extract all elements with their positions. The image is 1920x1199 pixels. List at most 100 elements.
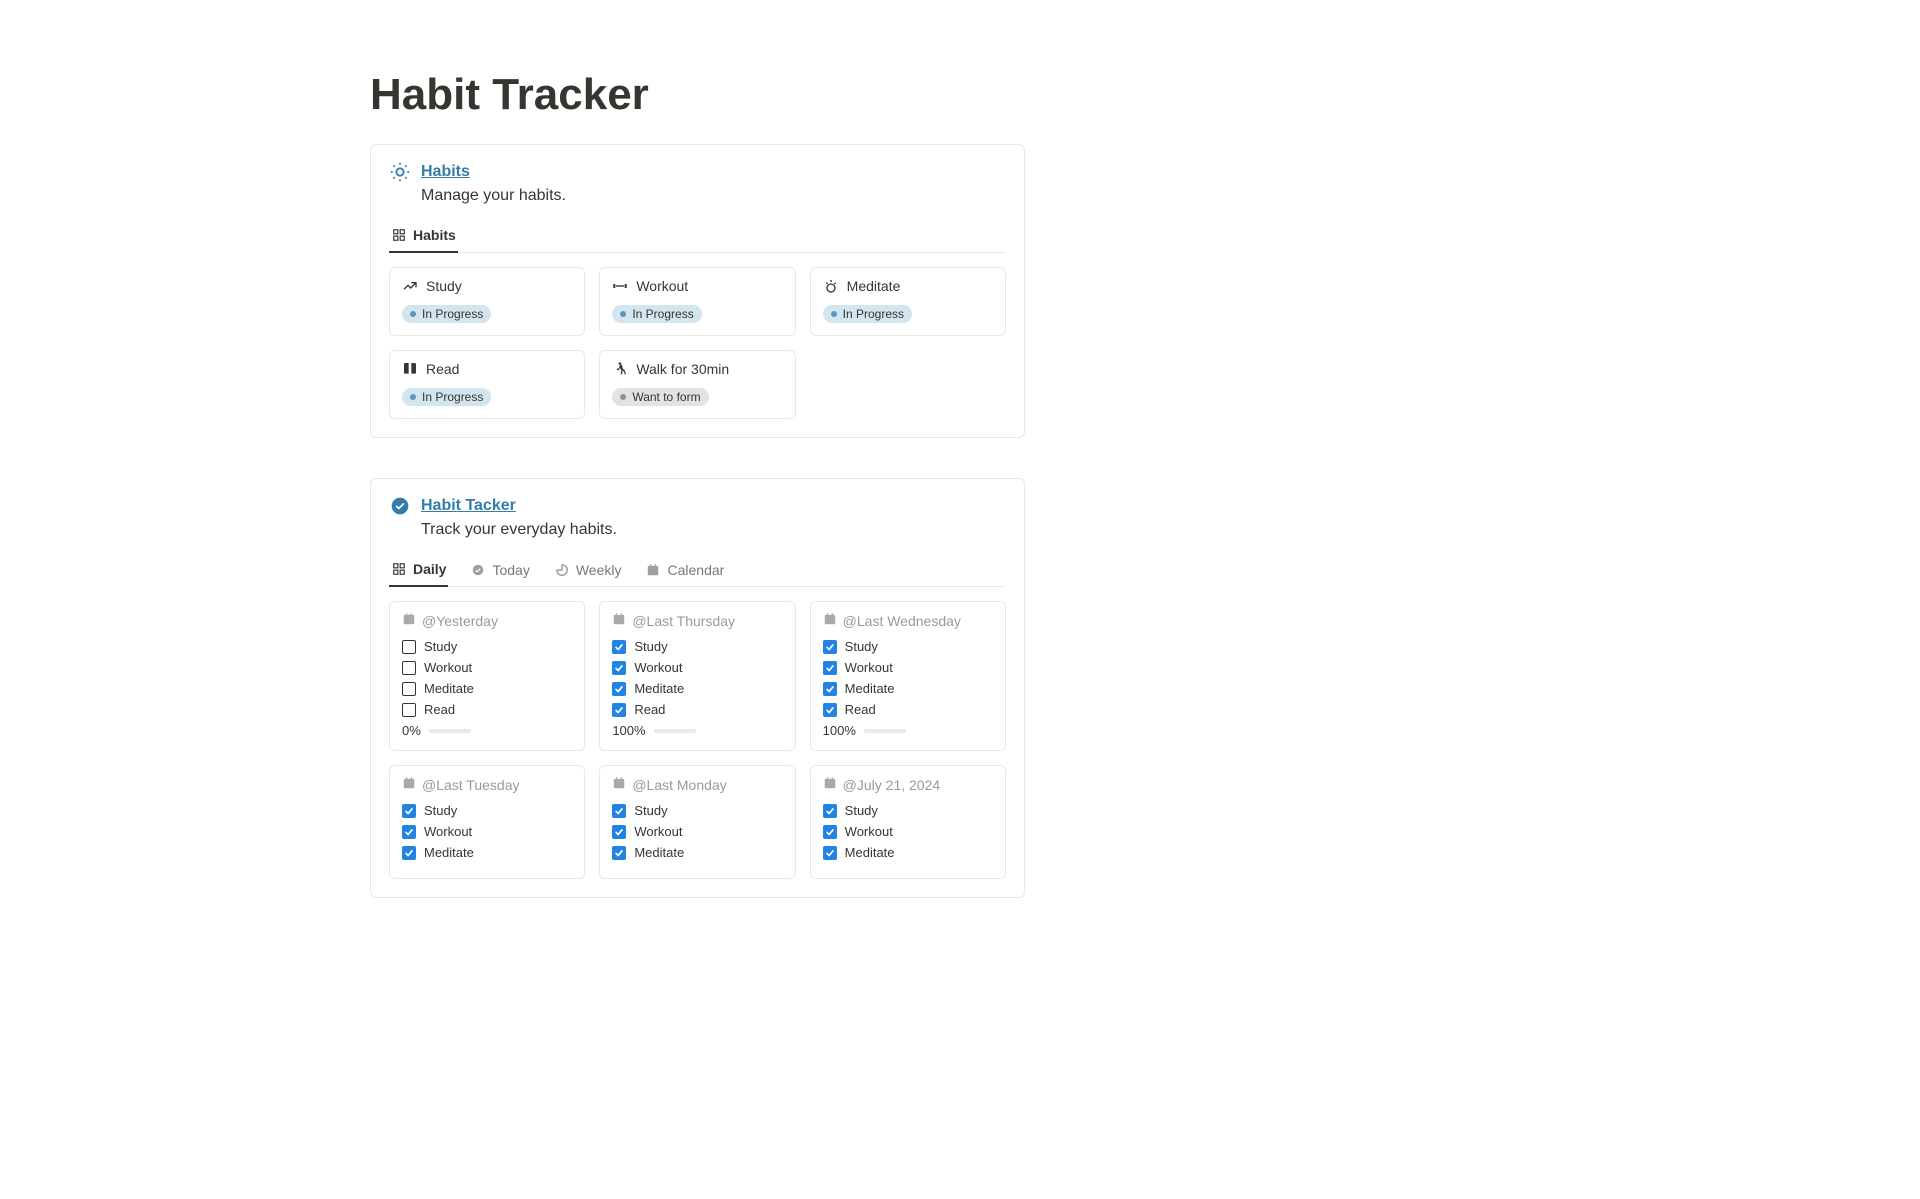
day-card[interactable]: @July 21, 2024 Study Workout Meditate <box>810 765 1006 879</box>
check-label: Meditate <box>424 681 474 696</box>
check-label: Read <box>634 702 665 717</box>
checkbox[interactable] <box>612 846 626 860</box>
habit-icon <box>612 361 628 377</box>
check-row: Read <box>612 702 782 717</box>
check-label: Meditate <box>634 681 684 696</box>
progress-row: 0% <box>402 723 572 738</box>
calendar-icon <box>645 562 661 578</box>
check-label: Meditate <box>845 681 895 696</box>
progress-bar <box>864 729 906 733</box>
tab-label: Weekly <box>576 562 622 578</box>
tab-label: Daily <box>413 561 446 577</box>
checkbox[interactable] <box>402 682 416 696</box>
check-label: Study <box>424 639 457 654</box>
check-label: Meditate <box>424 845 474 860</box>
checkbox[interactable] <box>402 703 416 717</box>
day-card[interactable]: @Last ThursdayStudyWorkoutMeditateRead10… <box>599 601 795 751</box>
day-card[interactable]: @Last TuesdayStudyWorkoutMeditate <box>389 765 585 879</box>
habits-link[interactable]: Habits <box>421 163 470 181</box>
day-card[interactable]: @Last Monday Study Workout Meditate <box>599 765 795 879</box>
check-label: Study <box>845 639 878 654</box>
checkbox[interactable] <box>612 661 626 675</box>
checkbox[interactable] <box>402 804 416 818</box>
status-badge: In Progress <box>612 305 701 323</box>
tab-daily[interactable]: Daily <box>389 555 448 587</box>
tab-calendar[interactable]: Calendar <box>643 556 726 586</box>
day-title: @Last Monday <box>612 776 782 793</box>
tab-weekly[interactable]: Weekly <box>552 556 624 586</box>
percent-label: 100% <box>612 723 645 738</box>
sun-icon <box>389 161 411 183</box>
tracker-block: Habit Tacker Track your everyday habits.… <box>370 478 1025 898</box>
habit-card-label: Walk for 30min <box>636 361 729 377</box>
habits-block: Habits Manage your habits. Habits StudyI… <box>370 144 1025 438</box>
checkbox[interactable] <box>402 825 416 839</box>
habit-card[interactable]: Workout In Progress <box>599 267 795 336</box>
check-label: Read <box>424 702 455 717</box>
check-row: Study <box>402 803 572 818</box>
checkbox[interactable] <box>823 682 837 696</box>
checkbox[interactable] <box>612 640 626 654</box>
tab-label: Habits <box>413 227 456 243</box>
day-title: @July 21, 2024 <box>823 776 993 793</box>
progress-row: 100% <box>612 723 782 738</box>
habits-tabs: Habits <box>389 221 1006 253</box>
tracker-link[interactable]: Habit Tacker <box>421 497 516 515</box>
checkbox[interactable] <box>823 703 837 717</box>
checkbox[interactable] <box>823 825 837 839</box>
check-row: Meditate <box>612 681 782 696</box>
habit-card[interactable]: MeditateIn Progress <box>810 267 1006 336</box>
day-title: @Yesterday <box>402 612 572 629</box>
progress-bar <box>654 729 696 733</box>
check-row: Study <box>612 803 782 818</box>
check-row: Study <box>823 803 993 818</box>
habit-card-label: Study <box>426 278 462 294</box>
tab-habits[interactable]: Habits <box>389 221 458 253</box>
status-badge: Want to form <box>612 388 708 406</box>
habit-icon <box>612 278 628 294</box>
tab-today[interactable]: Today <box>468 556 531 586</box>
checkbox[interactable] <box>612 825 626 839</box>
check-row: Workout <box>402 824 572 839</box>
checkbox[interactable] <box>612 703 626 717</box>
habit-icon <box>402 278 418 294</box>
habit-card-label: Meditate <box>847 278 901 294</box>
check-row: Study <box>402 639 572 654</box>
check-row: Workout <box>823 824 993 839</box>
check-label: Study <box>845 803 878 818</box>
checkbox[interactable] <box>823 640 837 654</box>
checkbox[interactable] <box>823 661 837 675</box>
percent-label: 0% <box>402 723 421 738</box>
check-label: Workout <box>634 824 682 839</box>
tracker-tabs: Daily Today Weekly Calendar <box>389 555 1006 587</box>
day-title: @Last Thursday <box>612 612 782 629</box>
day-card[interactable]: @Last WednesdayStudyWorkoutMeditateRead1… <box>810 601 1006 751</box>
checkbox[interactable] <box>823 846 837 860</box>
check-label: Workout <box>845 660 893 675</box>
check-row: Meditate <box>823 845 993 860</box>
tracker-subtitle: Track your everyday habits. <box>421 521 1006 539</box>
status-badge: In Progress <box>402 388 491 406</box>
check-row: Workout <box>612 660 782 675</box>
checkbox[interactable] <box>402 640 416 654</box>
check-row: Meditate <box>402 845 572 860</box>
checkbox[interactable] <box>612 804 626 818</box>
habit-card[interactable]: Walk for 30min Want to form <box>599 350 795 419</box>
habit-card-label: Workout <box>636 278 688 294</box>
check-row: Meditate <box>612 845 782 860</box>
habit-card[interactable]: StudyIn Progress <box>389 267 585 336</box>
habit-icon <box>402 361 418 377</box>
checkbox[interactable] <box>402 846 416 860</box>
day-card[interactable]: @YesterdayStudyWorkoutMeditateRead0% <box>389 601 585 751</box>
habit-card[interactable]: ReadIn Progress <box>389 350 585 419</box>
check-label: Workout <box>424 824 472 839</box>
check-row: Workout <box>612 824 782 839</box>
checkbox[interactable] <box>402 661 416 675</box>
checkbox[interactable] <box>612 682 626 696</box>
check-row: Study <box>823 639 993 654</box>
calendar-icon <box>612 776 626 793</box>
checkbox[interactable] <box>823 804 837 818</box>
check-row: Meditate <box>402 681 572 696</box>
habit-cards-grid: StudyIn ProgressWorkoutIn ProgressMedita… <box>389 267 1006 419</box>
day-title-text: @July 21, 2024 <box>843 777 941 793</box>
